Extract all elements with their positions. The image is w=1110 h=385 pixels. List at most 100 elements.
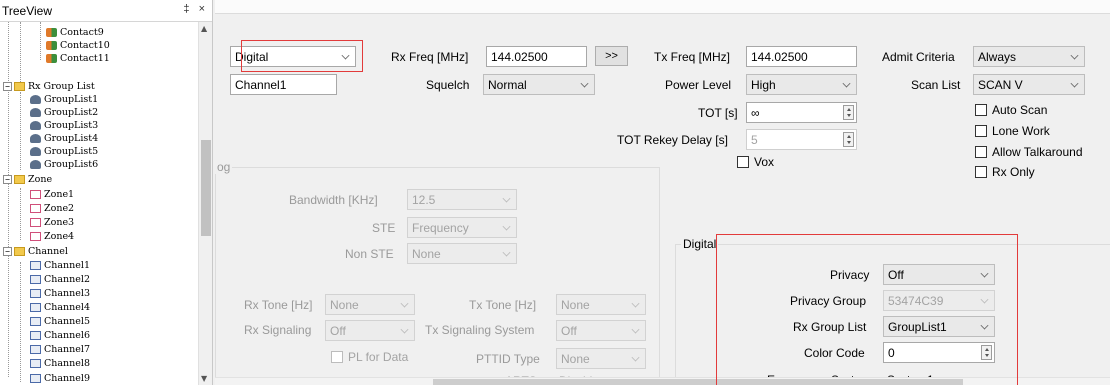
chevron-down-icon (1070, 79, 1079, 88)
non-ste-label: Non STE (345, 247, 394, 261)
tree-item-zone4[interactable]: Zone4 (30, 230, 74, 243)
bandwidth-select[interactable]: 12.5 (407, 189, 517, 210)
tree-item-grouplist1[interactable]: GroupList1 (30, 93, 98, 106)
privacy-label: Privacy (830, 268, 870, 282)
tree-item-zone2[interactable]: Zone2 (30, 202, 74, 215)
tree-item-contact11[interactable]: Contact11 (46, 52, 110, 65)
copy-rx-to-tx-button[interactable]: >> (595, 46, 628, 66)
ste-select[interactable]: Frequency (407, 217, 517, 238)
tree-scrollbar[interactable]: ▲ ▼ (198, 22, 212, 385)
tot-rekey-delay-input[interactable]: 5 (746, 129, 857, 150)
collapse-toggle[interactable]: − (3, 175, 12, 184)
tree-item-grouplist5[interactable]: GroupList5 (30, 145, 98, 158)
tree-item-contact10[interactable]: Contact10 (46, 39, 110, 52)
collapse-toggle[interactable]: − (3, 82, 12, 91)
tree-item-channel7[interactable]: Channel7 (30, 343, 90, 356)
spinner-icon[interactable] (843, 105, 854, 120)
channel-icon (30, 303, 41, 312)
tree-item-channel9[interactable]: Channel9 (30, 372, 90, 385)
tx-freq-input[interactable]: 144.02500 (746, 46, 857, 67)
tree-item-grouplist4[interactable]: GroupList4 (30, 132, 98, 145)
checkbox-box[interactable] (975, 125, 987, 137)
editor-horizontal-scrollbar[interactable] (215, 377, 1110, 385)
zone-icon (30, 218, 41, 227)
pttid-type-select[interactable]: None (556, 348, 646, 369)
analog-group-title: og (215, 160, 233, 174)
zone-icon (30, 232, 41, 241)
tree-item-channel5[interactable]: Channel5 (30, 315, 90, 328)
group-icon (30, 147, 41, 156)
rx-only-checkbox[interactable]: Rx Only (975, 165, 1035, 179)
tree-item-channel4[interactable]: Channel4 (30, 301, 90, 314)
color-code-input[interactable]: 0 (883, 342, 995, 363)
rx-signaling-label: Rx Signaling (244, 323, 312, 337)
tree-item-grouplist3[interactable]: GroupList3 (30, 119, 98, 132)
tree-item-channel8[interactable]: Channel8 (30, 357, 90, 370)
scroll-up-icon[interactable]: ▲ (201, 24, 207, 33)
color-code-label: Color Code (804, 346, 865, 360)
tree-item-channel3[interactable]: Channel3 (30, 287, 90, 300)
tree-folder-channel[interactable]: − Channel (3, 245, 68, 258)
pl-for-data-checkbox[interactable]: PL for Data (331, 350, 408, 364)
group-icon (30, 134, 41, 143)
tree-item-contact9[interactable]: Contact9 (46, 26, 104, 39)
tree-item-grouplist2[interactable]: GroupList2 (30, 106, 98, 119)
checkbox-box[interactable] (975, 146, 987, 158)
channel-name-input[interactable]: Channel1 (230, 74, 337, 95)
tree-view-panel: TreeView ‡ × Contact9 Contact10 Contact1… (0, 0, 213, 385)
spinner-icon[interactable] (843, 132, 854, 147)
channel-icon (30, 317, 41, 326)
power-level-select[interactable]: High (746, 74, 857, 95)
rx-tone-select[interactable]: None (325, 294, 415, 315)
allow-talkaround-checkbox[interactable]: Allow Talkaround (975, 145, 1083, 159)
checkbox-box[interactable] (331, 351, 343, 363)
channel-mode-select[interactable]: Digital (230, 46, 356, 67)
tree-folder-rx-group-list[interactable]: − Rx Group List (3, 80, 95, 93)
power-level-label: Power Level (665, 78, 732, 92)
rx-group-list-select[interactable]: GroupList1 (883, 316, 995, 337)
admit-criteria-select[interactable]: Always (973, 46, 1085, 67)
tot-rekey-delay-label: TOT Rekey Delay [s] (617, 133, 728, 147)
rx-freq-label: Rx Freq [MHz] (391, 50, 469, 64)
tree-item-grouplist6[interactable]: GroupList6 (30, 158, 98, 171)
tree-view-pin-close-buttons[interactable]: ‡ × (183, 3, 208, 15)
checkbox-box[interactable] (975, 166, 987, 178)
tx-signaling-system-select[interactable]: Off (556, 320, 646, 341)
chevron-down-icon (502, 222, 511, 231)
chevron-down-icon (502, 194, 511, 203)
vox-checkbox[interactable]: Vox (737, 155, 774, 169)
tree-item-channel1[interactable]: Channel1 (30, 259, 90, 272)
privacy-group-select[interactable]: 53474C39 (883, 290, 995, 311)
checkbox-box[interactable] (737, 156, 749, 168)
privacy-select[interactable]: Off (883, 264, 995, 285)
admit-criteria-label: Admit Criteria (882, 50, 955, 64)
rx-freq-input[interactable]: 144.02500 (486, 46, 587, 67)
rx-signaling-select[interactable]: Off (325, 320, 415, 341)
lone-work-checkbox[interactable]: Lone Work (975, 124, 1050, 138)
channel-icon (30, 275, 41, 284)
scan-list-select[interactable]: SCAN V (973, 74, 1085, 95)
tree-item-channel6[interactable]: Channel6 (30, 329, 90, 342)
non-ste-select[interactable]: None (407, 243, 517, 264)
tree-scroll-thumb[interactable] (201, 140, 211, 236)
tree-item-zone1[interactable]: Zone1 (30, 188, 74, 201)
chevron-down-icon (502, 248, 511, 257)
spinner-icon[interactable] (981, 345, 992, 360)
collapse-toggle[interactable]: − (3, 247, 12, 256)
horizontal-scroll-thumb[interactable] (433, 379, 963, 385)
tx-tone-select[interactable]: None (556, 294, 646, 315)
tot-input[interactable]: ∞ (746, 102, 857, 123)
tree-item-zone3[interactable]: Zone3 (30, 216, 74, 229)
tree-folder-zone[interactable]: − Zone (3, 173, 52, 186)
tot-label: TOT [s] (698, 106, 738, 120)
digital-group-title: Digital (681, 237, 719, 251)
auto-scan-checkbox[interactable]: Auto Scan (975, 103, 1047, 117)
checkbox-box[interactable] (975, 104, 987, 116)
tx-tone-label: Tx Tone [Hz] (469, 298, 537, 312)
scroll-down-icon[interactable]: ▼ (201, 374, 207, 383)
squelch-select[interactable]: Normal (483, 74, 595, 95)
tx-signaling-system-label: Tx Signaling System (425, 323, 535, 337)
pttid-type-label: PTTID Type (476, 352, 540, 366)
chevron-down-icon (1070, 51, 1079, 60)
tree-item-channel2[interactable]: Channel2 (30, 273, 90, 286)
